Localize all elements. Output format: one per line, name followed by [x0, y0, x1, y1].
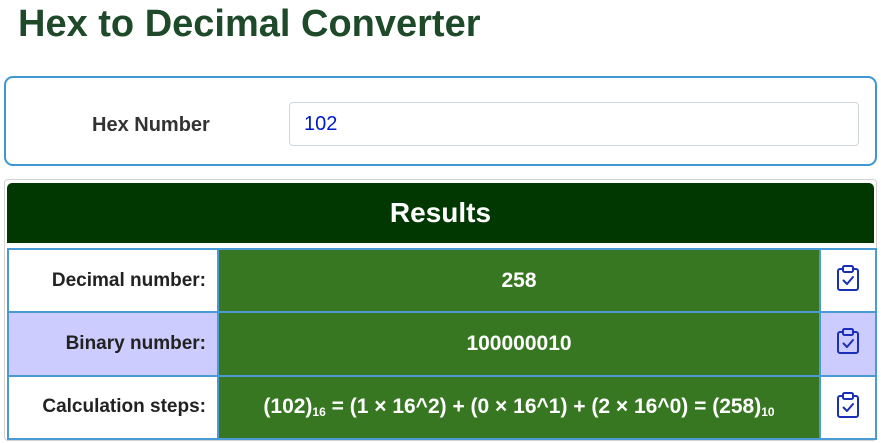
binary-row: Binary number: 100000010 [7, 311, 877, 377]
calc-prefix: (102) [263, 395, 313, 419]
results-header: Results [7, 183, 874, 243]
copy-decimal-button[interactable] [835, 264, 861, 292]
clipboard-check-icon [837, 265, 859, 292]
copy-calculation-cell [819, 374, 877, 441]
copy-calculation-button[interactable] [835, 391, 861, 419]
decimal-row: Decimal number: 258 [7, 247, 877, 314]
page-title: Hex to Decimal Converter [18, 3, 481, 45]
input-panel: Hex Number [4, 76, 877, 166]
calculation-steps-label: Calculation steps: [7, 374, 219, 441]
hex-number-label: Hex Number [92, 114, 210, 136]
calc-expression: = (1 × 16^2) + (0 × 16^1) + (2 × 16^0) =… [325, 395, 762, 419]
clipboard-check-icon [837, 391, 859, 418]
results-table: Decimal number: 258 Binary number: 10000… [7, 247, 877, 441]
results-panel: Results Decimal number: 258 Binary numbe… [4, 179, 877, 441]
clipboard-check-icon [837, 328, 859, 355]
decimal-number-value: 258 [217, 247, 821, 314]
copy-binary-cell [819, 311, 877, 377]
copy-decimal-cell [819, 247, 877, 314]
calc-prefix-base: 16 [312, 405, 326, 420]
hex-number-input[interactable] [289, 102, 859, 146]
calculation-steps-value: (102)16 = (1 × 16^2) + (0 × 16^1) + (2 ×… [217, 374, 821, 441]
decimal-number-label: Decimal number: [7, 247, 219, 314]
binary-number-label: Binary number: [7, 311, 219, 377]
calc-suffix-base: 10 [761, 405, 775, 420]
binary-number-value: 100000010 [217, 311, 821, 377]
copy-binary-button[interactable] [835, 327, 861, 355]
calculation-row: Calculation steps: (102)16 = (1 × 16^2) … [7, 374, 877, 441]
